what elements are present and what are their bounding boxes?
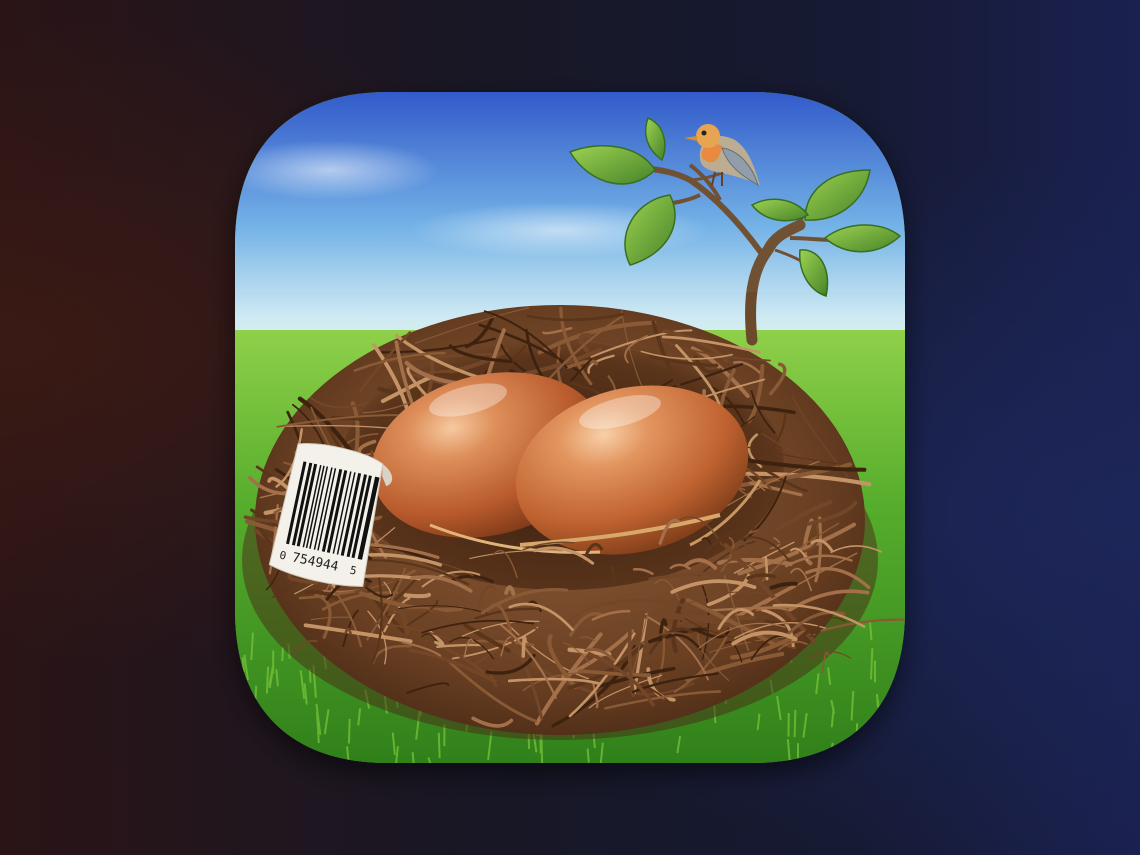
- grass-blade: [235, 681, 237, 704]
- grass-blade: [586, 748, 590, 763]
- grass-blade: [854, 723, 859, 752]
- grass-blade: [437, 732, 441, 759]
- icon-gloss: [235, 92, 905, 292]
- twig: [403, 592, 431, 599]
- grass-blade: [241, 657, 246, 672]
- grass-blade: [282, 740, 288, 755]
- grass-blade: [235, 741, 239, 763]
- grass-blade: [879, 711, 884, 744]
- grass-blade: [281, 646, 284, 662]
- grass-blade: [793, 709, 797, 738]
- grass-blade: [880, 738, 885, 757]
- grass-blade: [411, 752, 415, 763]
- grass-blade: [870, 647, 874, 680]
- grass-blade: [876, 699, 881, 720]
- twig: [521, 635, 527, 658]
- twig: [431, 599, 434, 604]
- grass-blade: [259, 708, 265, 743]
- grass-blade: [347, 718, 351, 744]
- grass-blade: [265, 666, 270, 694]
- scene: 0 754944 5: [235, 92, 905, 763]
